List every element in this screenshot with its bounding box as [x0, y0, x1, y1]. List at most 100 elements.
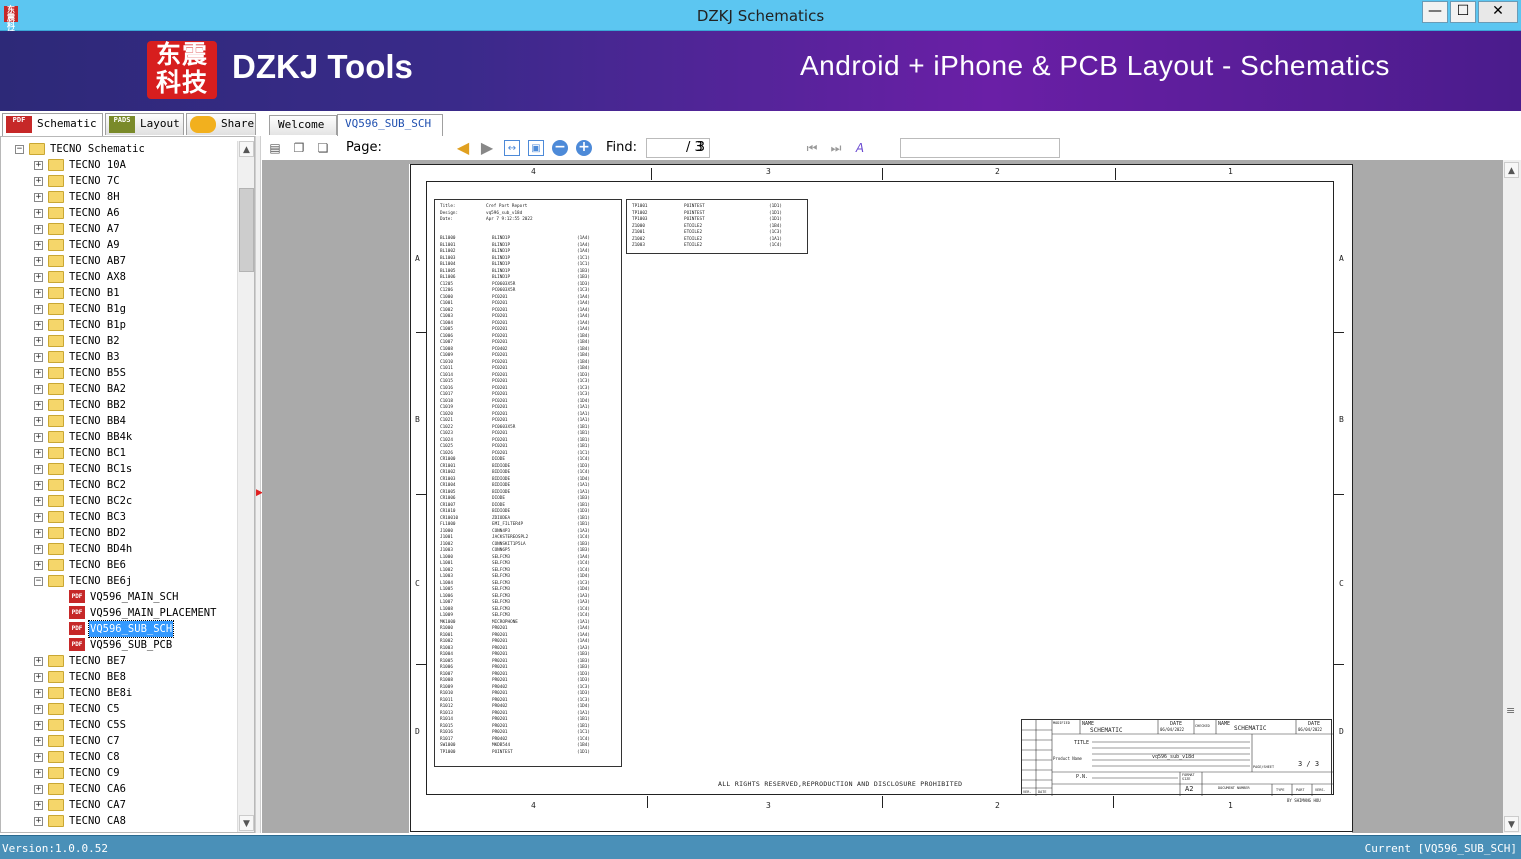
- tree-folder-item[interactable]: + TECNO BB4k: [1, 429, 237, 445]
- tree-folder-item[interactable]: + TECNO BC1: [1, 445, 237, 461]
- scroll-grip-icon[interactable]: ≡: [1506, 704, 1515, 717]
- tree-folder-item[interactable]: + TECNO B1p: [1, 317, 237, 333]
- tree-file-item[interactable]: PDF VQ596_SUB_SCH: [1, 620, 237, 638]
- prev-page-icon[interactable]: ◀: [455, 140, 471, 156]
- expand-icon[interactable]: +: [34, 561, 43, 570]
- scroll-up-icon[interactable]: ▲: [1504, 162, 1519, 178]
- tree-folder-item[interactable]: + TECNO AX8: [1, 269, 237, 285]
- tree-folder-item[interactable]: + TECNO 10A: [1, 157, 237, 173]
- expand-icon[interactable]: +: [34, 721, 43, 730]
- expand-icon[interactable]: +: [34, 769, 43, 778]
- expand-icon[interactable]: +: [34, 161, 43, 170]
- tree-folder-item[interactable]: + TECNO C5: [1, 701, 237, 717]
- expand-icon[interactable]: +: [34, 193, 43, 202]
- find-next-icon[interactable]: ⏭: [828, 140, 844, 156]
- expand-icon[interactable]: +: [34, 385, 43, 394]
- scroll-down-icon[interactable]: ▼: [239, 815, 254, 831]
- tree-folder-item[interactable]: − TECNO Schematic: [1, 141, 237, 157]
- tree-folder-item[interactable]: + TECNO 7C: [1, 173, 237, 189]
- expand-icon[interactable]: +: [34, 369, 43, 378]
- scroll-thumb[interactable]: [239, 188, 254, 272]
- tab-schematic[interactable]: PDF Schematic: [2, 113, 103, 136]
- tab-welcome[interactable]: Welcome: [269, 115, 337, 135]
- tree-folder-item[interactable]: + TECNO A9: [1, 237, 237, 253]
- tree-folder-item[interactable]: + TECNO CA6: [1, 781, 237, 797]
- zoom-in-icon[interactable]: +: [576, 140, 592, 156]
- expand-icon[interactable]: +: [34, 465, 43, 474]
- expand-icon[interactable]: +: [34, 673, 43, 682]
- tab-share[interactable]: Share: [186, 113, 256, 135]
- collapse-icon[interactable]: −: [34, 577, 43, 586]
- tree-folder-item[interactable]: + TECNO BE6: [1, 557, 237, 573]
- tree-folder-item[interactable]: + TECNO A7: [1, 221, 237, 237]
- expand-icon[interactable]: +: [34, 481, 43, 490]
- expand-icon[interactable]: +: [34, 545, 43, 554]
- tree-file-item[interactable]: PDF VQ596_MAIN_SCH: [1, 589, 237, 605]
- expand-icon[interactable]: +: [34, 289, 43, 298]
- highlight-icon[interactable]: A: [852, 140, 868, 156]
- collapse-icon[interactable]: −: [15, 145, 24, 154]
- expand-icon[interactable]: +: [34, 225, 43, 234]
- expand-icon[interactable]: +: [34, 785, 43, 794]
- tree-folder-item[interactable]: + TECNO C9: [1, 765, 237, 781]
- expand-icon[interactable]: +: [34, 801, 43, 810]
- find-prev-icon[interactable]: ⏮: [804, 140, 820, 156]
- page-canvas[interactable]: 4 3 2 1 4 3 2 1 A B C D A B C D Title: C…: [262, 160, 1503, 833]
- expand-icon[interactable]: +: [34, 529, 43, 538]
- tree-folder-item[interactable]: + TECNO B1g: [1, 301, 237, 317]
- paste-icon[interactable]: ❏: [315, 140, 331, 156]
- tree-folder-item[interactable]: + TECNO BC1s: [1, 461, 237, 477]
- tree-folder-item[interactable]: + TECNO BB4: [1, 413, 237, 429]
- expand-icon[interactable]: +: [34, 401, 43, 410]
- scroll-up-icon[interactable]: ▲: [239, 141, 254, 157]
- tree-folder-item[interactable]: + TECNO C8: [1, 749, 237, 765]
- fit-width-icon[interactable]: ↔: [504, 140, 520, 156]
- tree-folder-item[interactable]: + TECNO BC3: [1, 509, 237, 525]
- find-input[interactable]: [900, 138, 1060, 158]
- tree-folder-item[interactable]: + TECNO BE7: [1, 653, 237, 669]
- tree-file-item[interactable]: PDF VQ596_MAIN_PLACEMENT: [1, 605, 237, 621]
- tree-folder-item[interactable]: + TECNO BE8i: [1, 685, 237, 701]
- tree-folder-item[interactable]: + TECNO B5S: [1, 365, 237, 381]
- expand-icon[interactable]: +: [34, 737, 43, 746]
- tree-folder-item[interactable]: + TECNO BD2: [1, 525, 237, 541]
- close-button[interactable]: ✕: [1478, 1, 1518, 23]
- expand-icon[interactable]: +: [34, 817, 43, 826]
- expand-icon[interactable]: +: [34, 689, 43, 698]
- tab-layout[interactable]: PADS Layout: [105, 113, 184, 135]
- tree-folder-item[interactable]: + TECNO BA2: [1, 381, 237, 397]
- tree-folder-item[interactable]: + TECNO 8H: [1, 189, 237, 205]
- scroll-down-icon[interactable]: ▼: [1504, 816, 1519, 832]
- fit-page-icon[interactable]: ▣: [528, 140, 544, 156]
- expand-icon[interactable]: +: [34, 449, 43, 458]
- copy-icon[interactable]: ❐: [291, 140, 307, 156]
- expand-icon[interactable]: +: [34, 273, 43, 282]
- tree-folder-item[interactable]: + TECNO BB2: [1, 397, 237, 413]
- expand-icon[interactable]: +: [34, 241, 43, 250]
- tree-folder-item[interactable]: + TECNO C7: [1, 733, 237, 749]
- tab-vq596-sub-sch[interactable]: VQ596_SUB_SCH×: [337, 114, 443, 148]
- expand-icon[interactable]: +: [34, 209, 43, 218]
- expand-icon[interactable]: +: [34, 753, 43, 762]
- expand-icon[interactable]: +: [34, 257, 43, 266]
- expand-icon[interactable]: +: [34, 705, 43, 714]
- tree-folder-item[interactable]: + TECNO AB7: [1, 253, 237, 269]
- expand-icon[interactable]: +: [34, 177, 43, 186]
- tree-folder-item[interactable]: + TECNO BC2: [1, 477, 237, 493]
- expand-icon[interactable]: +: [34, 513, 43, 522]
- panel-splitter[interactable]: ▶: [255, 136, 263, 833]
- tree-folder-item[interactable]: − TECNO BE6j: [1, 573, 237, 589]
- tree-folder-item[interactable]: + TECNO B2: [1, 333, 237, 349]
- tree-folder-item[interactable]: + TECNO BC2c: [1, 493, 237, 509]
- tree-folder-item[interactable]: + TECNO B1: [1, 285, 237, 301]
- tree-folder-item[interactable]: + TECNO A6: [1, 205, 237, 221]
- tree-folder-item[interactable]: + TECNO BD4h: [1, 541, 237, 557]
- open-file-icon[interactable]: ▤: [267, 140, 283, 156]
- expand-icon[interactable]: +: [34, 433, 43, 442]
- expand-icon[interactable]: +: [34, 321, 43, 330]
- expand-icon[interactable]: +: [34, 497, 43, 506]
- expand-icon[interactable]: +: [34, 417, 43, 426]
- expand-icon[interactable]: +: [34, 337, 43, 346]
- expand-icon[interactable]: +: [34, 657, 43, 666]
- viewer-scrollbar[interactable]: ▲ ≡ ▼: [1503, 160, 1521, 833]
